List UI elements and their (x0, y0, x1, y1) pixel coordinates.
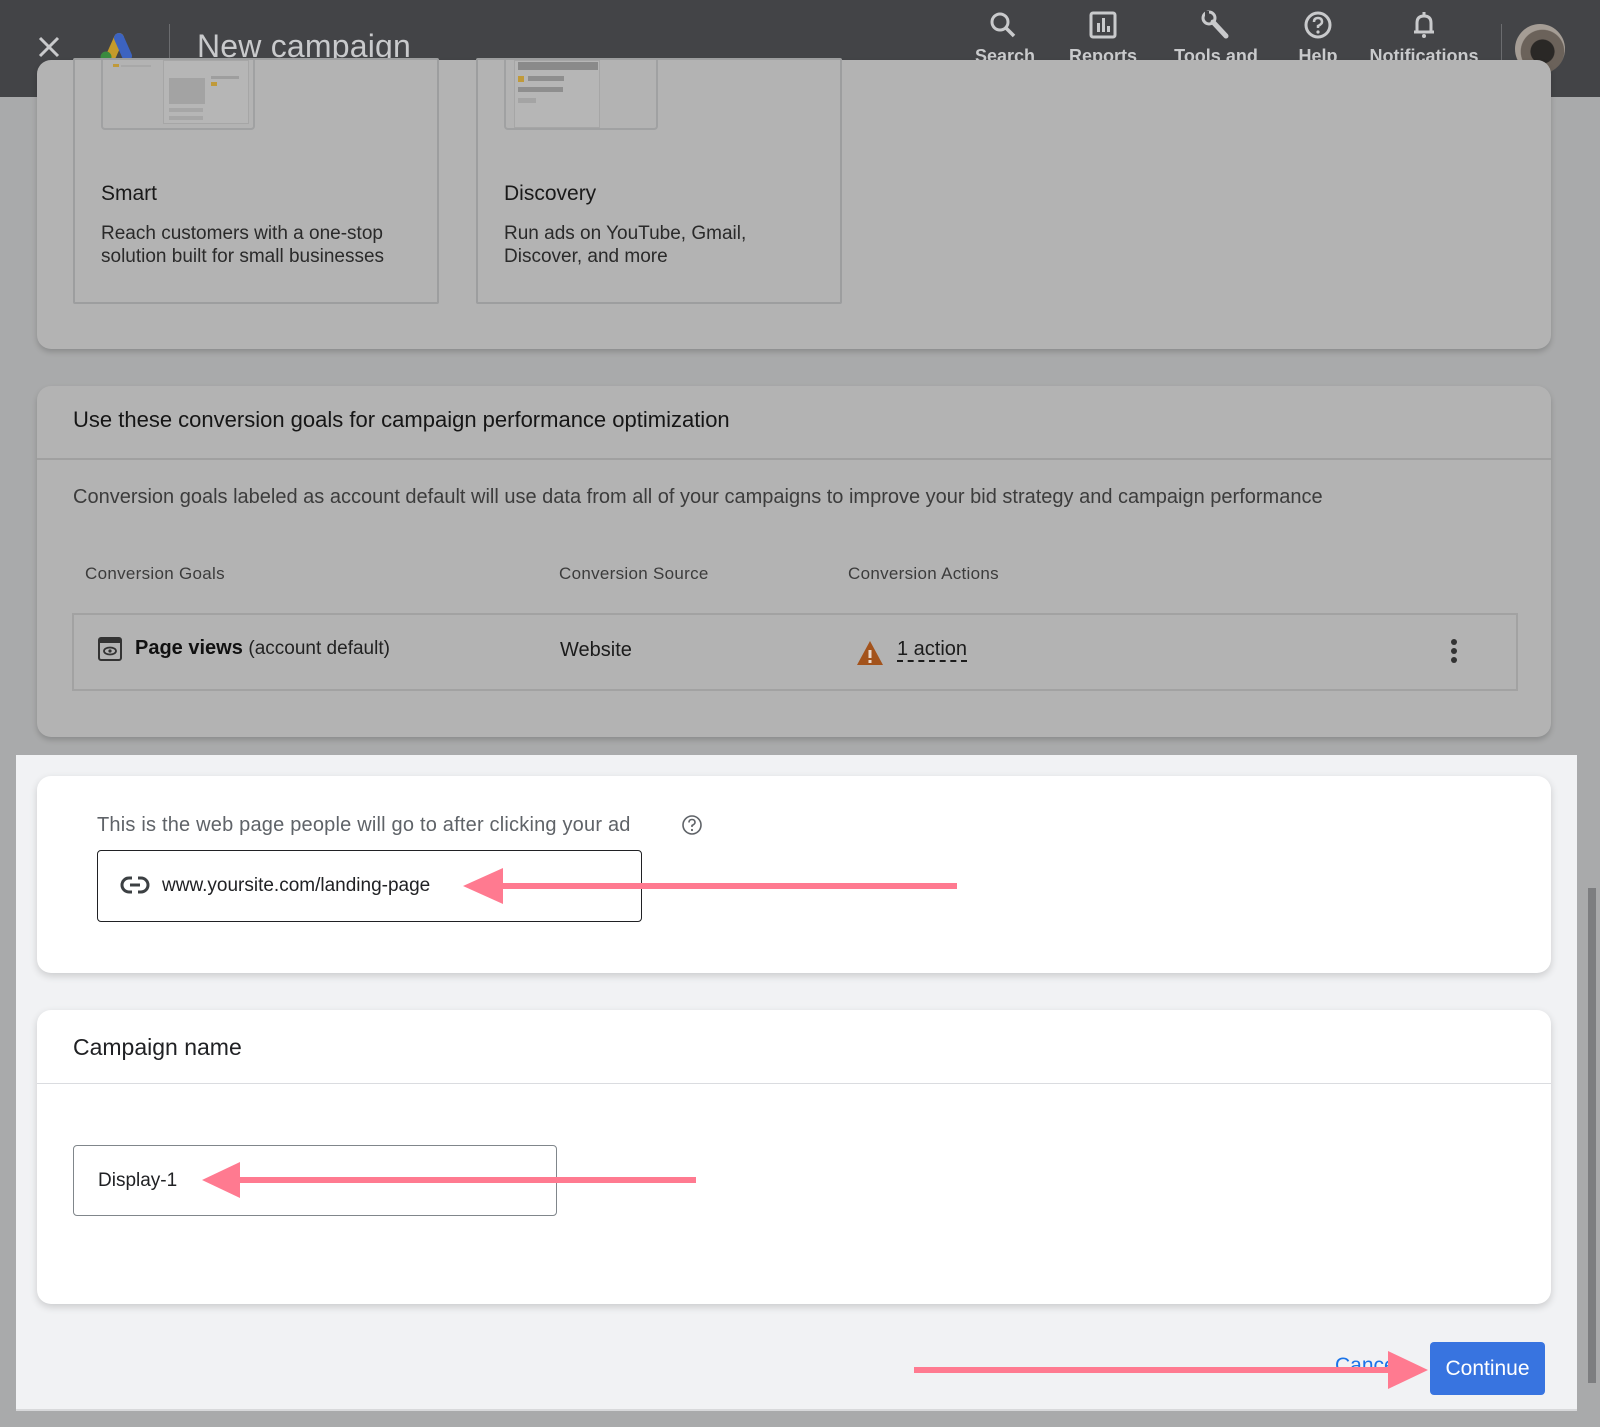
nav-notifications[interactable]: Notifications (1368, 10, 1480, 67)
nav-reports[interactable]: Reports (1068, 10, 1138, 67)
campaign-type-tile-smart[interactable]: Smart Reach customers with a one-stop so… (73, 58, 439, 304)
cancel-button[interactable]: Cancel (1335, 1354, 1400, 1378)
highlighted-panel: This is the web page people will go to a… (16, 755, 1577, 1411)
landing-page-url-input[interactable]: www.yoursite.com/landing-page (97, 850, 642, 922)
nav-help[interactable]: Help (1296, 10, 1340, 67)
tile-title: Smart (101, 182, 158, 205)
continue-button[interactable]: Continue (1430, 1342, 1545, 1395)
search-icon (990, 12, 1016, 38)
campaign-name-value: Display-1 (98, 1170, 178, 1191)
campaign-type-card: Smart Reach customers with a one-stop so… (37, 58, 1551, 349)
nav-search[interactable]: Search (975, 10, 1035, 67)
campaign-type-tile-discovery[interactable]: Discovery Run ads on YouTube, Gmail, Dis… (476, 58, 842, 304)
landing-page-card: This is the web page people will go to a… (37, 776, 1551, 973)
scrollbar[interactable] (1588, 888, 1596, 1383)
close-icon (38, 36, 60, 58)
section-description: Conversion goals labeled as account defa… (73, 486, 1323, 508)
campaign-name-card: Campaign name Display-1 (37, 1010, 1551, 1304)
divider (37, 458, 1551, 460)
help-icon (1304, 11, 1332, 39)
column-header-goals: Conversion Goals (85, 564, 225, 583)
more-options-button[interactable] (1449, 639, 1459, 669)
discovery-thumbnail (504, 60, 658, 130)
bell-icon (1414, 12, 1434, 38)
warning-icon (857, 641, 883, 665)
column-header-source: Conversion Source (559, 564, 709, 583)
table-row: Page views (account default) Website 1 a… (72, 613, 1518, 691)
reports-icon (1089, 11, 1117, 39)
more-vert-icon (1451, 639, 1457, 645)
landing-page-label: This is the web page people will go to a… (97, 814, 631, 836)
wrench-icon (1201, 10, 1229, 39)
goal-name-text: Page views (135, 637, 243, 659)
smart-thumbnail (101, 60, 255, 130)
section-title: Use these conversion goals for campaign … (73, 407, 730, 432)
link-icon (120, 876, 150, 894)
conversion-actions-link[interactable]: 1 action (897, 638, 968, 662)
divider (37, 1083, 1551, 1084)
page-view-icon (98, 637, 122, 661)
goal-source: Website (560, 639, 632, 661)
campaign-name-input[interactable]: Display-1 (73, 1145, 557, 1216)
tile-title: Discovery (504, 182, 597, 205)
goal-name-note: (account default) (248, 638, 390, 659)
close-button[interactable] (34, 32, 64, 62)
section-title: Campaign name (73, 1034, 242, 1060)
goal-name: Page views (account default) (135, 637, 390, 660)
tile-description: Run ads on YouTube, Gmail, Discover, and… (504, 223, 747, 267)
tile-description: Reach customers with a one-stop solution… (101, 223, 385, 267)
column-header-actions: Conversion Actions (848, 564, 999, 583)
help-circle-icon[interactable] (681, 814, 703, 836)
landing-page-url-value: www.yoursite.com/landing-page (162, 875, 431, 896)
conversion-goals-card: Use these conversion goals for campaign … (37, 386, 1551, 737)
